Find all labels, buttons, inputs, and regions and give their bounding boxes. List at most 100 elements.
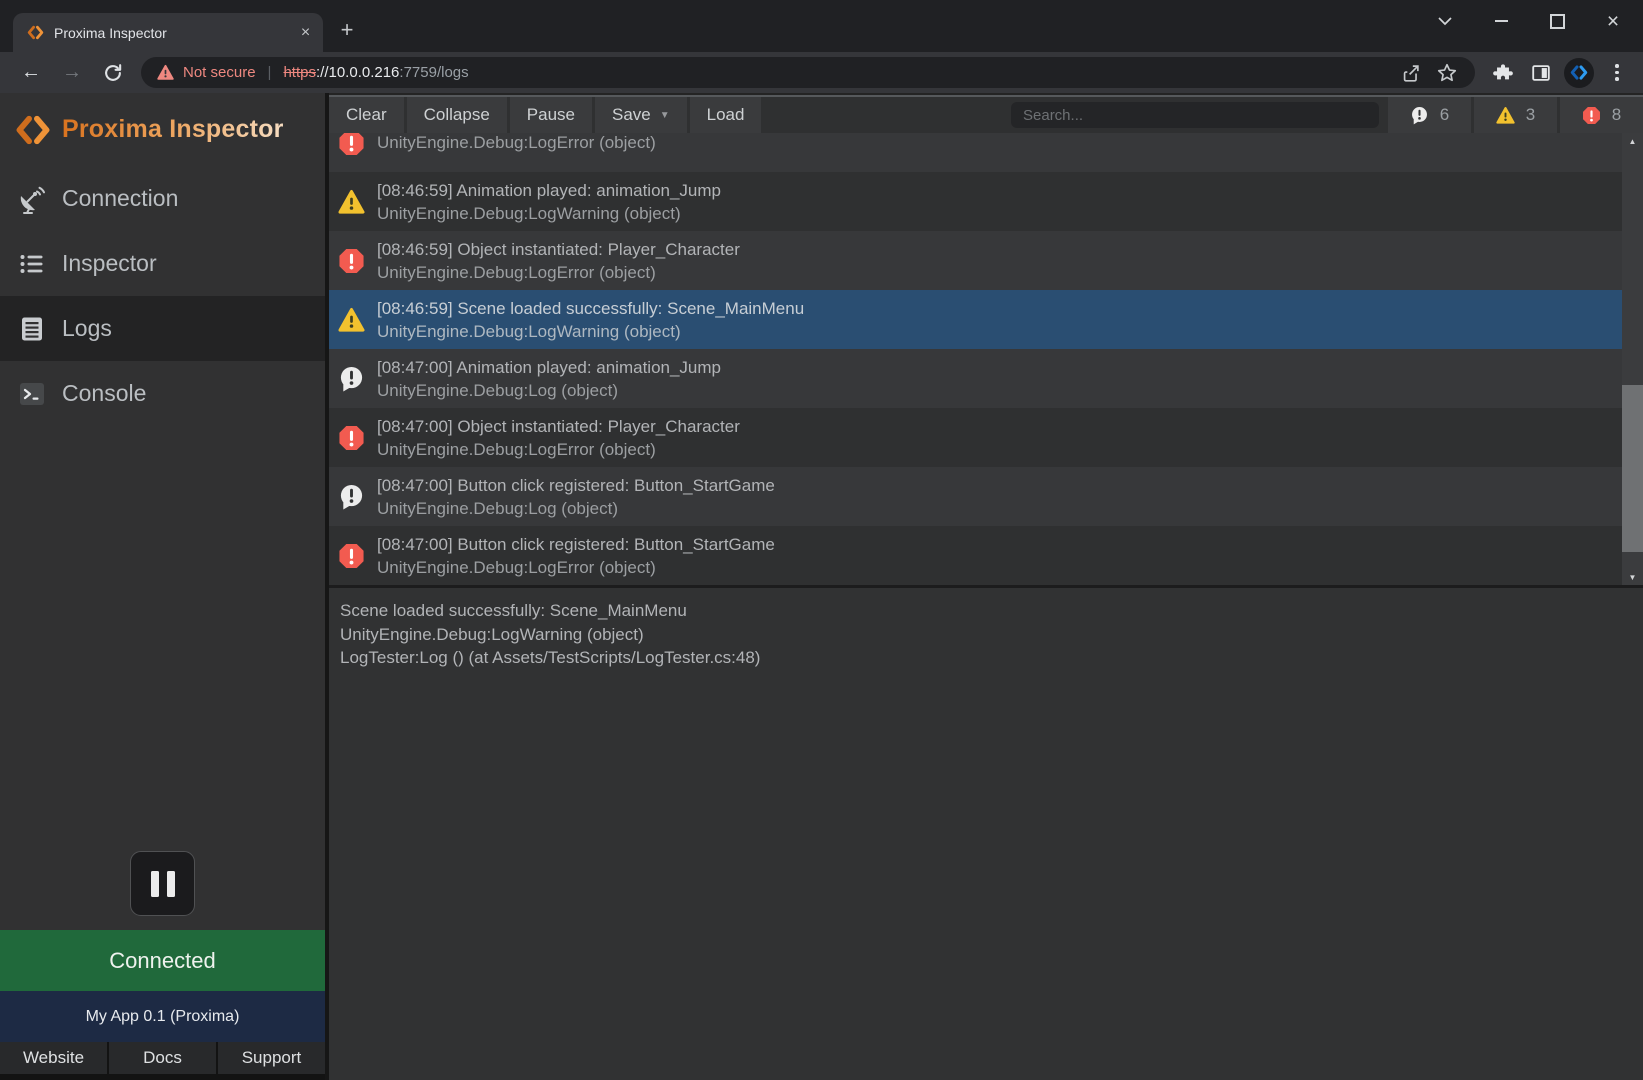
warning-count: 3 xyxy=(1526,105,1535,125)
warning-triangle-icon xyxy=(1496,106,1515,125)
error-count: 8 xyxy=(1612,105,1621,125)
log-scrollbar[interactable]: ▲ ▼ xyxy=(1622,133,1643,585)
window-minimize-button[interactable] xyxy=(1473,0,1529,42)
load-button[interactable]: Load xyxy=(690,97,762,133)
connection-status-badge: Connected xyxy=(0,930,325,991)
warning-filter-button[interactable]: 3 xyxy=(1474,97,1557,133)
log-row[interactable]: [08:46:59] Animation played: animation_J… xyxy=(329,172,1622,231)
log-source: UnityEngine.Debug:LogError (object) xyxy=(377,133,656,154)
save-button[interactable]: Save▼ xyxy=(595,97,687,133)
log-list: UnityEngine.Debug:LogError (object) [08:… xyxy=(329,133,1643,585)
page: Proxima Inspector Connection Inspector L… xyxy=(0,93,1643,1080)
sidebar-item-console[interactable]: Console xyxy=(0,361,325,426)
browser-menu-kebab-icon[interactable] xyxy=(1599,55,1635,91)
log-message: [08:47:00] Object instantiated: Player_C… xyxy=(377,415,740,438)
brand-title: Proxima Inspector xyxy=(62,115,284,144)
collapse-button[interactable]: Collapse xyxy=(407,97,507,133)
bookmark-star-icon[interactable] xyxy=(1429,58,1465,88)
footer-link-website[interactable]: Website xyxy=(0,1042,107,1074)
list-icon xyxy=(17,249,47,279)
document-icon xyxy=(17,314,47,344)
url-port-path: :7759/logs xyxy=(399,64,468,81)
proxima-extension-button[interactable] xyxy=(1561,55,1597,91)
share-icon[interactable] xyxy=(1393,58,1429,88)
log-row[interactable]: [08:46:59] Object instantiated: Player_C… xyxy=(329,231,1622,290)
log-source: UnityEngine.Debug:LogWarning (object) xyxy=(377,202,721,225)
footer-padding xyxy=(0,1074,325,1080)
log-row[interactable]: [08:47:00] Object instantiated: Player_C… xyxy=(329,408,1622,467)
sidebar-item-connection[interactable]: Connection xyxy=(0,166,325,231)
log-message: [08:46:59] Object instantiated: Player_C… xyxy=(377,238,740,261)
info-icon xyxy=(338,365,365,393)
detail-line: LogTester:Log () (at Assets/TestScripts/… xyxy=(340,646,1643,670)
log-source: UnityEngine.Debug:LogError (object) xyxy=(377,556,775,579)
scroll-down-arrow-icon[interactable]: ▼ xyxy=(1622,569,1643,585)
url-host: 10.0.0.216 xyxy=(329,64,400,81)
log-message: [08:47:00] Button click registered: Butt… xyxy=(377,533,775,556)
sidebar-footer: Website Docs Support xyxy=(0,1042,325,1074)
browser-tab[interactable]: Proxima Inspector × xyxy=(13,13,323,52)
scrollbar-thumb[interactable] xyxy=(1622,385,1643,552)
reload-button[interactable] xyxy=(96,56,130,90)
new-tab-button[interactable]: + xyxy=(332,15,362,45)
tab-title: Proxima Inspector xyxy=(54,25,286,41)
side-panel-icon[interactable] xyxy=(1523,55,1559,91)
scroll-up-arrow-icon[interactable]: ▲ xyxy=(1622,133,1643,149)
logs-panel: Clear Collapse Pause Save▼ Load 6 3 8 xyxy=(329,93,1643,1080)
error-icon xyxy=(338,247,365,275)
url-divider: | xyxy=(268,64,272,81)
url-text: https://10.0.0.216:7759/logs xyxy=(283,64,468,81)
save-dropdown-caret-icon: ▼ xyxy=(660,110,670,121)
error-icon xyxy=(338,542,365,570)
sidebar-item-label: Logs xyxy=(62,315,112,342)
forward-button[interactable]: → xyxy=(55,56,89,90)
url-bar[interactable]: Not secure | https://10.0.0.216:7759/log… xyxy=(141,57,1475,88)
log-source: UnityEngine.Debug:LogWarning (object) xyxy=(377,320,804,343)
error-filter-button[interactable]: 8 xyxy=(1560,97,1643,133)
search-input[interactable] xyxy=(1011,102,1379,128)
tab-search-chevron-icon[interactable] xyxy=(1417,0,1473,42)
footer-link-support[interactable]: Support xyxy=(218,1042,325,1074)
not-secure-warning-icon xyxy=(157,64,174,81)
satellite-dish-icon xyxy=(17,184,47,214)
log-source: UnityEngine.Debug:Log (object) xyxy=(377,379,721,402)
proxima-extension-icon xyxy=(1564,58,1594,88)
sidebar-item-logs[interactable]: Logs xyxy=(0,296,325,361)
security-chip[interactable]: Not secure xyxy=(157,64,256,81)
window-maximize-button[interactable] xyxy=(1529,0,1585,42)
sidebar-item-inspector[interactable]: Inspector xyxy=(0,231,325,296)
toolbar-spacer xyxy=(764,97,1011,133)
back-button[interactable]: ← xyxy=(14,56,48,90)
proxima-favicon-icon xyxy=(27,25,44,40)
extensions-puzzle-icon[interactable] xyxy=(1485,55,1521,91)
log-message: [08:47:00] Button click registered: Butt… xyxy=(377,474,775,497)
log-source: UnityEngine.Debug:Log (object) xyxy=(377,497,775,520)
browser-tab-strip: Proxima Inspector × + × xyxy=(0,0,1643,52)
sidebar: Proxima Inspector Connection Inspector L… xyxy=(0,93,325,1080)
log-row[interactable]: UnityEngine.Debug:LogError (object) xyxy=(329,133,1622,172)
info-filter-button[interactable]: 6 xyxy=(1388,97,1471,133)
log-row[interactable]: [08:47:00] Button click registered: Butt… xyxy=(329,467,1622,526)
info-icon xyxy=(338,483,365,511)
log-source: UnityEngine.Debug:LogError (object) xyxy=(377,261,740,284)
logs-toolbar: Clear Collapse Pause Save▼ Load 6 3 8 xyxy=(329,95,1643,133)
sidebar-item-label: Console xyxy=(62,380,146,407)
pause-icon xyxy=(151,871,159,897)
sidebar-item-label: Inspector xyxy=(62,250,157,277)
log-rows: UnityEngine.Debug:LogError (object) [08:… xyxy=(329,133,1622,585)
footer-link-docs[interactable]: Docs xyxy=(109,1042,216,1074)
error-icon xyxy=(338,133,365,157)
scrollbar-track[interactable] xyxy=(1622,149,1643,569)
sidebar-spacer xyxy=(0,426,325,851)
log-message: [08:46:59] Scene loaded successfully: Sc… xyxy=(377,297,804,320)
clear-button[interactable]: Clear xyxy=(329,97,404,133)
log-row-selected[interactable]: [08:46:59] Scene loaded successfully: Sc… xyxy=(329,290,1622,349)
pause-stream-button[interactable] xyxy=(130,851,195,916)
sidebar-item-label: Connection xyxy=(62,185,178,212)
tab-close-icon[interactable]: × xyxy=(296,23,315,42)
log-row[interactable]: [08:47:00] Animation played: animation_J… xyxy=(329,349,1622,408)
window-close-button[interactable]: × xyxy=(1585,0,1641,42)
log-row[interactable]: [08:47:00] Button click registered: Butt… xyxy=(329,526,1622,585)
pause-button[interactable]: Pause xyxy=(510,97,592,133)
browser-address-bar: ← → Not secure | https://10.0.0.216:7759… xyxy=(0,52,1643,93)
